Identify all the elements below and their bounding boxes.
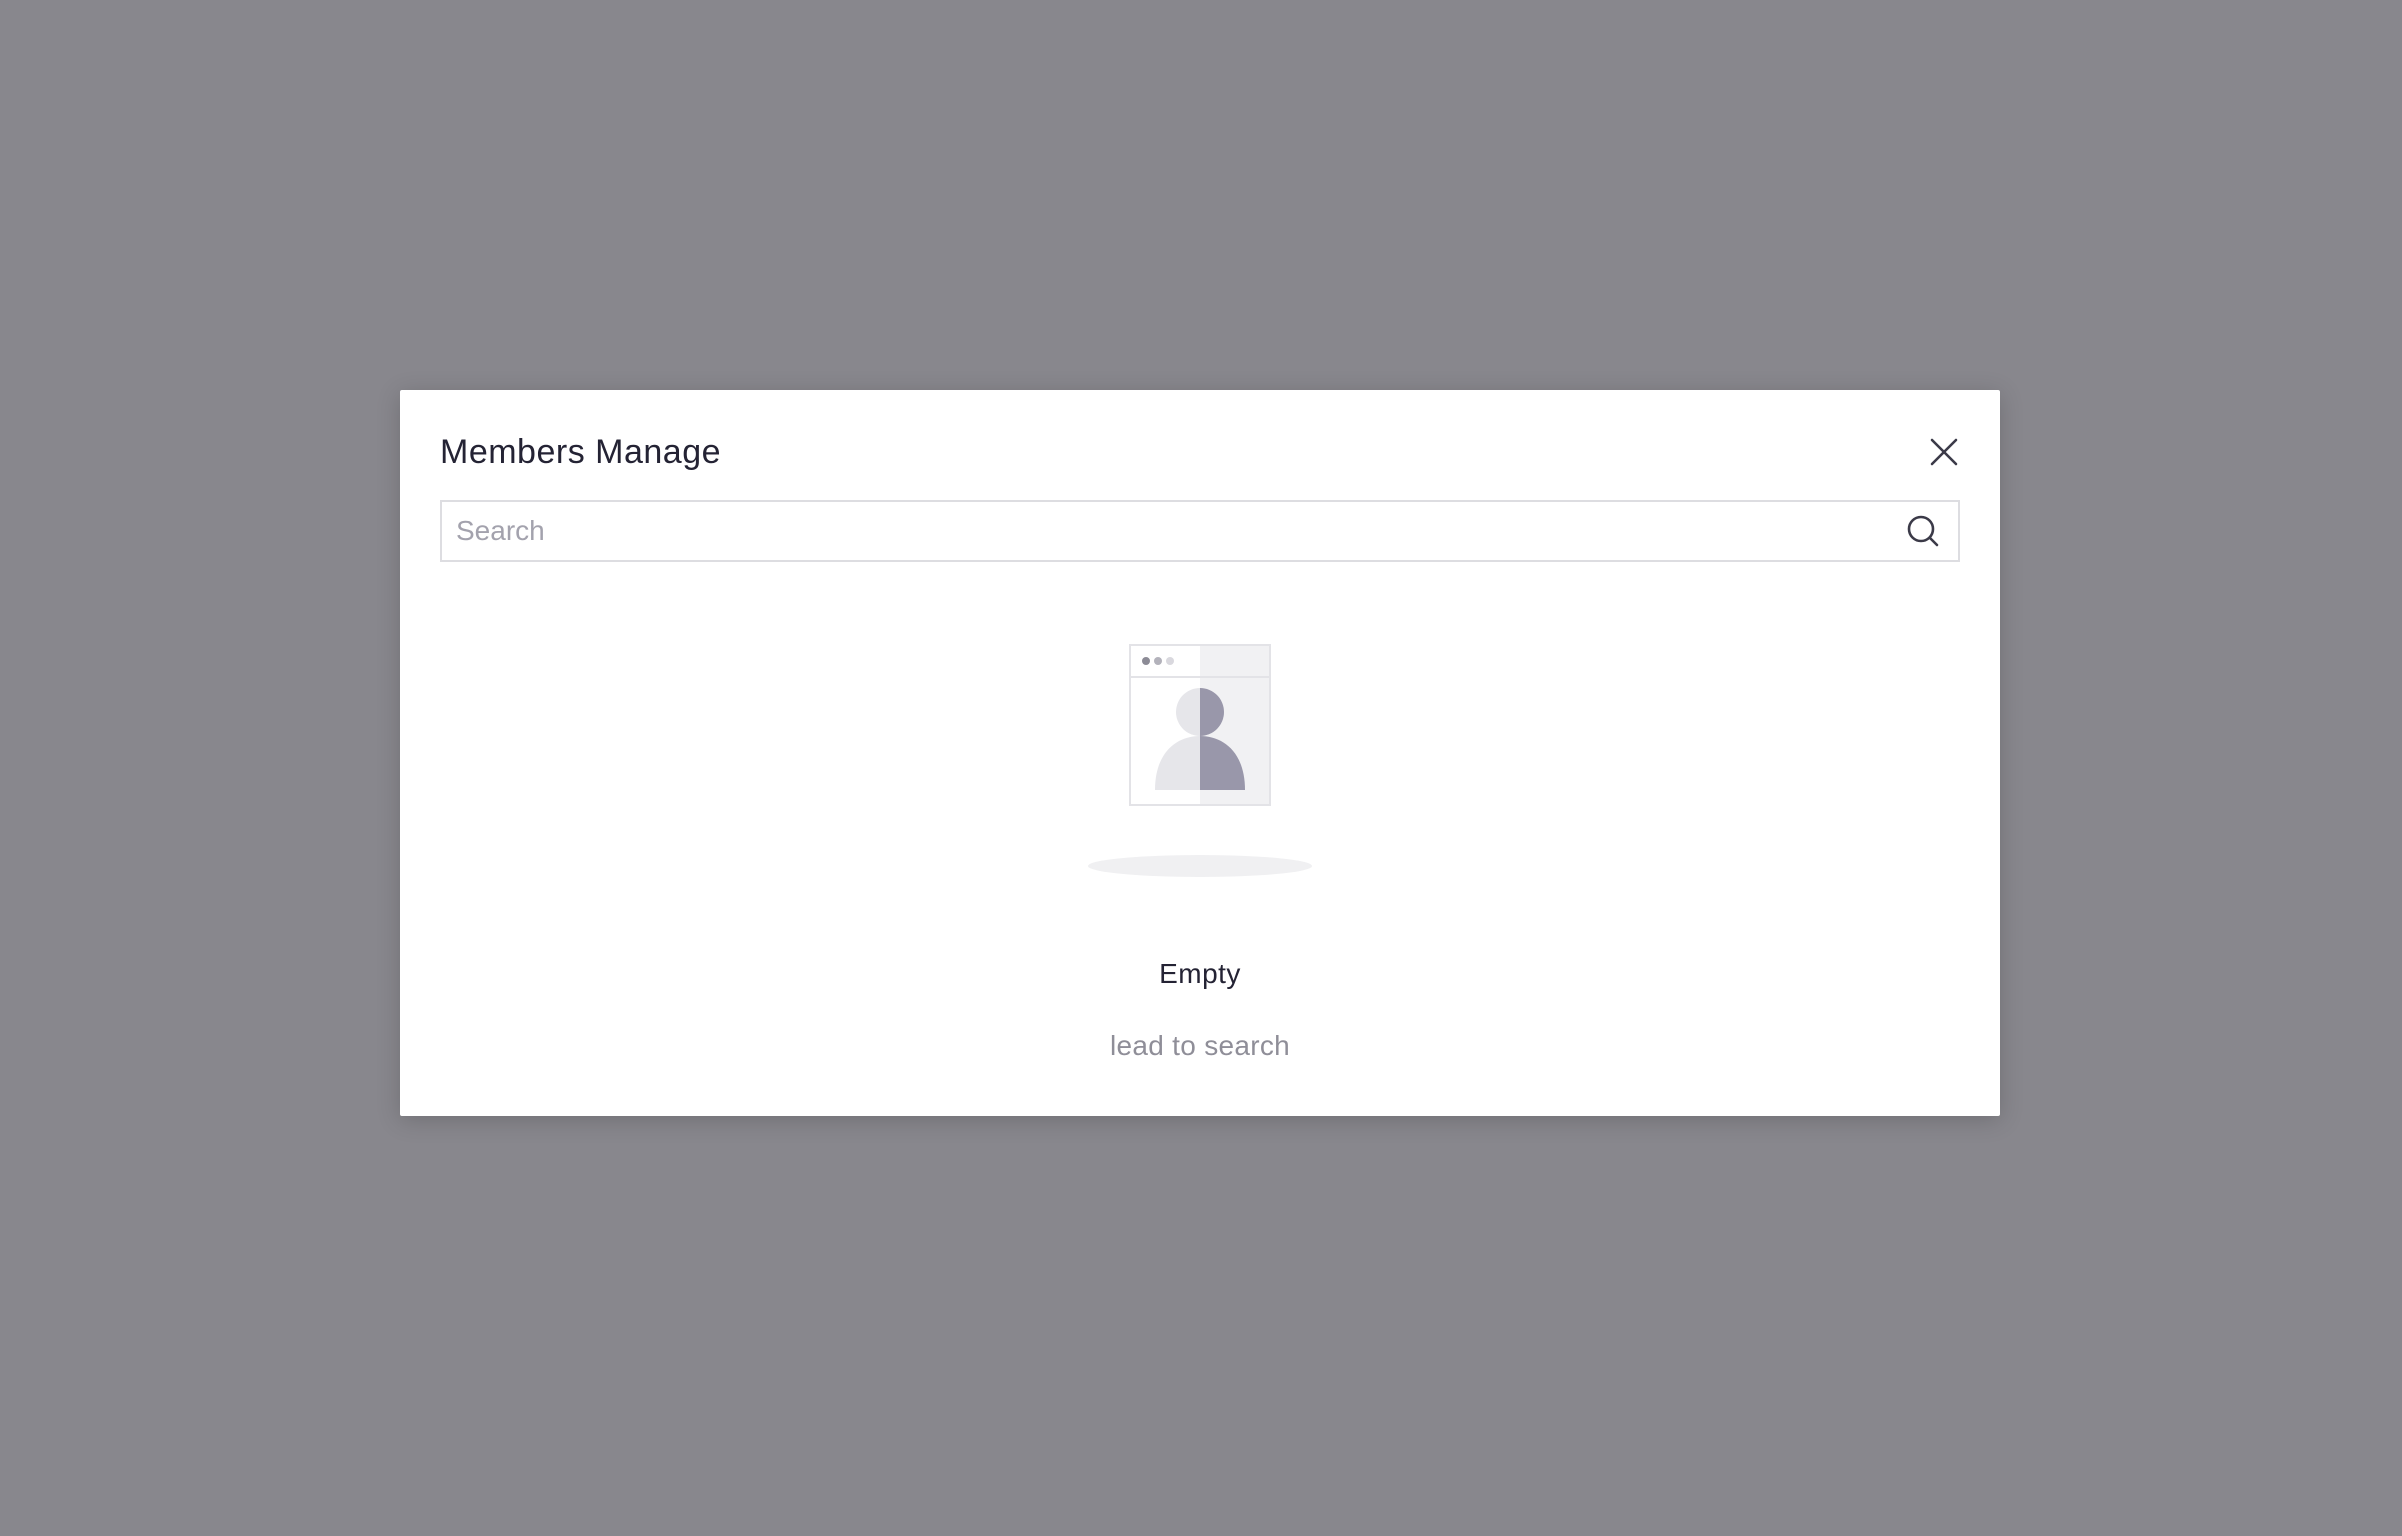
dialog-title: Members Manage [440,433,722,471]
search-button[interactable] [1906,514,1940,548]
user-placeholder-icon [1088,644,1312,877]
empty-state-title: Empty [1159,958,1241,989]
search-input[interactable] [442,502,1882,560]
search-field [440,500,1960,562]
empty-state-description: lead to search [1109,1030,1291,1061]
search-icon [1907,515,1939,547]
close-button[interactable] [1928,436,1960,468]
close-icon [1930,438,1958,466]
members-manage-dialog: Members Manage Search Empty lead to sear… [400,390,2000,1116]
empty-user-illustration [1085,640,1315,877]
